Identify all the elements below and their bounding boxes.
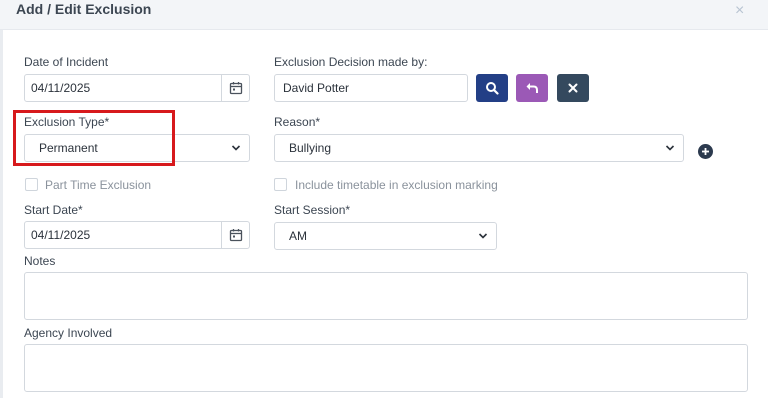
exclusion-type-value: Permanent	[39, 141, 98, 155]
calendar-icon[interactable]	[221, 75, 249, 101]
start-session-label: Start Session*	[274, 203, 351, 217]
chevron-down-icon	[231, 145, 241, 151]
start-date-label: Start Date*	[24, 203, 83, 217]
decision-by-label: Exclusion Decision made by:	[274, 55, 428, 69]
include-timetable-label: Include timetable in exclusion marking	[295, 178, 498, 192]
start-date-value: 04/11/2025	[31, 228, 91, 242]
start-session-select[interactable]: AM	[274, 222, 497, 250]
part-time-label: Part Time Exclusion	[45, 178, 152, 192]
calendar-icon[interactable]	[221, 222, 249, 248]
modal-header: Add / Edit Exclusion ×	[0, 0, 768, 30]
close-icon[interactable]: ×	[735, 2, 744, 20]
decision-by-value: David Potter	[283, 81, 350, 95]
date-of-incident-label: Date of Incident	[24, 55, 109, 69]
close-icon	[568, 83, 578, 93]
decision-by-input[interactable]: David Potter	[274, 74, 468, 102]
reason-label: Reason*	[274, 115, 321, 129]
search-icon	[486, 82, 499, 95]
agency-involved-textarea[interactable]	[24, 344, 748, 392]
exclusion-type-label: Exclusion Type*	[24, 115, 110, 129]
start-date-input[interactable]: 04/11/2025	[24, 221, 250, 249]
chevron-down-icon	[478, 233, 488, 239]
modal-title: Add / Edit Exclusion	[16, 1, 152, 17]
chevron-down-icon	[665, 145, 675, 151]
agency-involved-label: Agency Involved	[24, 326, 113, 340]
part-time-checkbox[interactable]	[25, 178, 38, 191]
search-button[interactable]	[476, 74, 508, 102]
reason-select[interactable]: Bullying	[274, 134, 684, 162]
left-edge-divider	[0, 30, 3, 398]
start-session-value: AM	[289, 229, 307, 243]
reason-value: Bullying	[289, 141, 332, 155]
notes-textarea[interactable]	[24, 272, 748, 320]
date-of-incident-input[interactable]: 04/11/2025	[24, 74, 250, 102]
include-timetable-checkbox[interactable]	[274, 178, 287, 191]
clear-button[interactable]	[557, 74, 589, 102]
date-of-incident-value: 04/11/2025	[31, 81, 91, 95]
add-reason-icon[interactable]	[698, 144, 713, 159]
undo-icon	[526, 83, 538, 93]
add-edit-exclusion-modal: Add / Edit Exclusion × Date of Incident …	[0, 0, 768, 398]
exclusion-type-select[interactable]: Permanent	[24, 134, 250, 162]
undo-button[interactable]	[516, 74, 548, 102]
notes-label: Notes	[24, 254, 56, 268]
